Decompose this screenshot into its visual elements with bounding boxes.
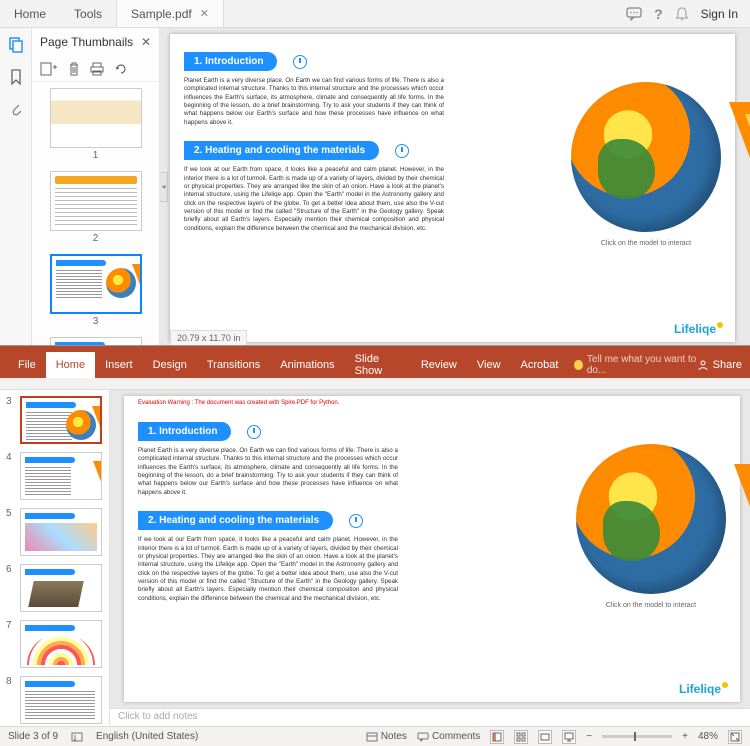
ppt-thumb-6[interactable]: 6: [0, 562, 109, 614]
acrobat-tab-document[interactable]: Sample.pdf ✕: [116, 0, 224, 27]
view-reading-icon[interactable]: [538, 730, 552, 744]
zoom-slider[interactable]: [602, 735, 672, 738]
acrobat-thumb-4[interactable]: [50, 337, 142, 345]
powerpoint-window: File Home Insert Design Transitions Anim…: [0, 346, 750, 746]
acrobat-tab-tools[interactable]: Tools: [60, 0, 116, 27]
ppt-slide: Evaluation Warning : The document was cr…: [124, 396, 740, 702]
ribbon-tab-file[interactable]: File: [8, 359, 46, 371]
acrobat-tab-document-label: Sample.pdf: [131, 7, 192, 21]
attachment-icon[interactable]: [7, 100, 25, 118]
acrobat-sidebar-strip: [0, 28, 32, 345]
section1-body: Planet Earth is a very diverse place. On…: [184, 77, 444, 127]
signin-link[interactable]: Sign In: [701, 7, 738, 21]
acrobat-page-dimensions: 20.79 x 11.70 in: [170, 330, 247, 345]
acrobat-thumb-1[interactable]: 1: [50, 88, 142, 161]
thumb-delete-icon[interactable]: [68, 62, 80, 76]
zoom-in-button[interactable]: +: [682, 731, 688, 742]
share-button[interactable]: Share: [697, 359, 742, 371]
ribbon-tab-insert[interactable]: Insert: [95, 359, 143, 371]
slide-section1-heading: 1. Introduction: [138, 422, 231, 441]
fit-window-icon[interactable]: [728, 730, 742, 744]
ppt-thumbnail-panel: 3 4 5 6 7 8 9: [0, 390, 110, 726]
ribbon-tab-transitions[interactable]: Transitions: [197, 359, 270, 371]
notes-pane[interactable]: Click to add notes: [110, 708, 750, 726]
bookmark-icon[interactable]: [7, 68, 25, 86]
collapse-handle-icon[interactable]: ◂: [160, 172, 168, 202]
chat-icon[interactable]: [626, 7, 642, 21]
acrobat-thumb-2[interactable]: 2: [50, 171, 142, 244]
ribbon-tab-design[interactable]: Design: [143, 359, 197, 371]
tellme-search[interactable]: Tell me what you want to do...: [574, 354, 696, 376]
thumb-rotate-icon[interactable]: [114, 62, 128, 76]
ribbon-tab-slideshow[interactable]: Slide Show: [345, 353, 411, 377]
acrobat-window: Home Tools Sample.pdf ✕ ? Sign In: [0, 0, 750, 346]
thumb-options-icon[interactable]: [40, 62, 58, 76]
ppt-thumb-3[interactable]: 3: [0, 394, 109, 446]
ppt-thumb-5[interactable]: 5: [0, 506, 109, 558]
brand-logo: Lifeliqe: [674, 322, 723, 336]
pdf-page: 1. Introduction Planet Earth is a very d…: [170, 34, 735, 342]
section2-body: If we look at our Earth from space, it l…: [184, 166, 444, 233]
acrobat-tabbar: Home Tools Sample.pdf ✕ ? Sign In: [0, 0, 750, 28]
slide-section2-body: If we look at our Earth from space, it l…: [138, 536, 398, 603]
zoom-percent[interactable]: 48%: [698, 731, 718, 742]
acrobat-tab-home[interactable]: Home: [0, 0, 60, 27]
ppt-statusbar: Slide 3 of 9 English (United States) Not…: [0, 726, 750, 746]
status-spellcheck-icon[interactable]: [70, 731, 84, 743]
help-icon[interactable]: ?: [654, 6, 663, 22]
close-panel-icon[interactable]: ✕: [141, 35, 151, 49]
ribbon-tab-acrobat[interactable]: Acrobat: [511, 359, 569, 371]
ppt-ribbon: File Home Insert Design Transitions Anim…: [0, 352, 750, 378]
ppt-thumb-7[interactable]: 7: [0, 618, 109, 670]
view-normal-icon[interactable]: [490, 730, 504, 744]
clock-icon: [247, 425, 261, 439]
bulb-icon: [574, 360, 582, 370]
acrobat-thumbnail-panel: Page Thumbnails ✕ 1 2 3: [32, 28, 160, 345]
close-tab-icon[interactable]: ✕: [200, 7, 209, 20]
section2-heading: 2. Heating and cooling the materials: [184, 141, 379, 160]
slide-section1-body: Planet Earth is a very diverse place. On…: [138, 447, 398, 497]
acrobat-thumb-3[interactable]: 3: [50, 254, 142, 327]
slide-section2-heading: 2. Heating and cooling the materials: [138, 511, 333, 530]
clock-icon: [349, 514, 363, 528]
ribbon-tab-view[interactable]: View: [467, 359, 511, 371]
evaluation-warning: Evaluation Warning : The document was cr…: [138, 400, 339, 406]
view-sorter-icon[interactable]: [514, 730, 528, 744]
ribbon-tab-animations[interactable]: Animations: [270, 359, 344, 371]
bell-icon[interactable]: [675, 7, 689, 21]
clock-icon: [395, 144, 409, 158]
earth-model-figure: Click on the model to interact: [571, 82, 721, 247]
slide-figure-caption: Click on the model to interact: [576, 602, 726, 609]
thumbnails-icon[interactable]: [7, 36, 25, 54]
thumb-print-icon[interactable]: [90, 62, 104, 76]
figure-caption: Click on the model to interact: [571, 240, 721, 247]
view-slideshow-icon[interactable]: [562, 730, 576, 744]
clock-icon: [293, 55, 307, 69]
ribbon-tab-home[interactable]: Home: [46, 352, 95, 378]
status-slide-count: Slide 3 of 9: [8, 731, 58, 742]
acrobat-page-view[interactable]: ◂ 1. Introduction Planet Earth is a very…: [160, 28, 750, 345]
ppt-thumb-4[interactable]: 4: [0, 450, 109, 502]
slide-earth-figure: Click on the model to interact: [576, 444, 726, 609]
thumbnail-panel-title: Page Thumbnails: [40, 35, 133, 49]
slide-brand-logo: Lifeliqe: [679, 682, 728, 696]
status-comments-button[interactable]: Comments: [417, 731, 480, 742]
ribbon-tab-review[interactable]: Review: [411, 359, 467, 371]
status-language[interactable]: English (United States): [96, 731, 198, 742]
ppt-thumb-8[interactable]: 8: [0, 674, 109, 726]
ppt-slide-stage[interactable]: Evaluation Warning : The document was cr…: [110, 390, 750, 708]
section1-heading: 1. Introduction: [184, 52, 277, 71]
status-notes-button[interactable]: Notes: [366, 731, 407, 742]
zoom-out-button[interactable]: −: [586, 731, 592, 742]
